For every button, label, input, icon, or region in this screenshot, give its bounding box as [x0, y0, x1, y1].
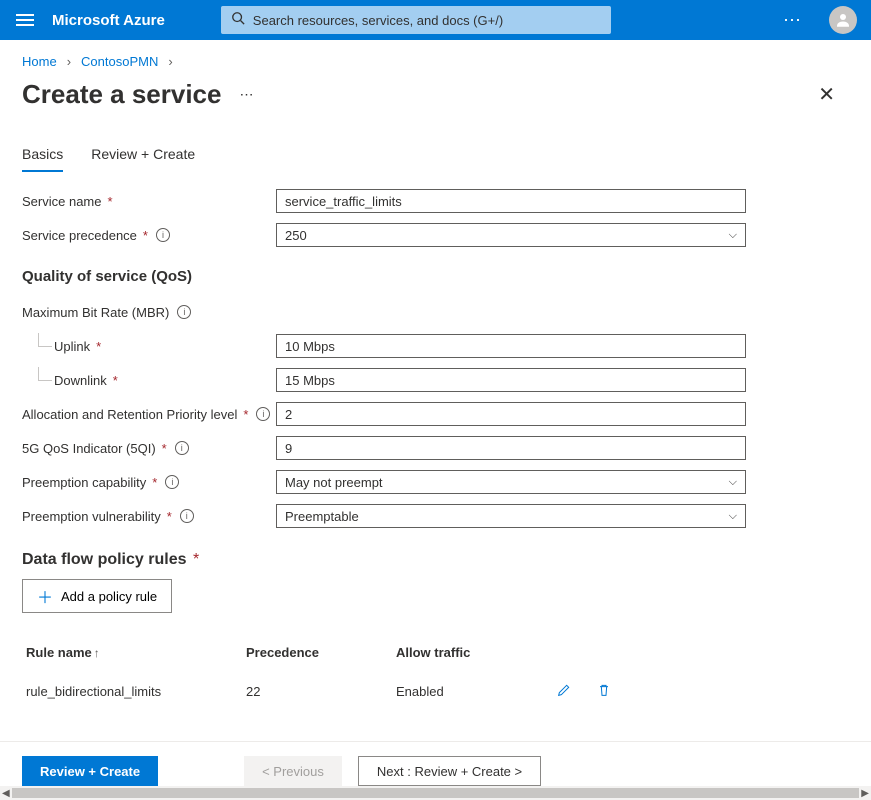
downlink-label: Downlink [54, 373, 107, 388]
wizard-footer: Review + Create < Previous Next : Review… [0, 741, 871, 786]
search-input[interactable] [253, 13, 601, 28]
fiveqi-label: 5G QoS Indicator (5QI) [22, 441, 156, 456]
hamburger-icon[interactable] [14, 9, 36, 31]
service-precedence-label: Service precedence [22, 228, 137, 243]
tree-branch-icon [32, 333, 50, 359]
info-icon[interactable]: i [156, 228, 170, 242]
add-policy-rule-label: Add a policy rule [61, 589, 157, 604]
uplink-input[interactable] [276, 334, 746, 358]
next-button[interactable]: Next : Review + Create > [358, 756, 541, 786]
breadcrumb-resource[interactable]: ContosoPMN [81, 54, 158, 69]
col-precedence[interactable]: Precedence [246, 645, 396, 660]
search-icon [231, 11, 245, 30]
info-icon[interactable]: i [165, 475, 179, 489]
plus-icon: ＋ [37, 584, 53, 608]
page-title: Create a service [22, 79, 221, 110]
preempt-vuln-label: Preemption vulnerability [22, 509, 161, 524]
tab-review-create[interactable]: Review + Create [91, 146, 195, 172]
breadcrumb: Home › ContosoPMN › [0, 40, 871, 75]
service-precedence-select[interactable]: 250 ⌵ [276, 223, 746, 247]
rule-allow-cell: Enabled [396, 684, 556, 699]
rule-precedence-cell: 22 [246, 684, 396, 699]
qos-heading: Quality of service (QoS) [22, 268, 849, 285]
chevron-down-icon: ⌵ [729, 476, 737, 489]
rules-heading: Data flow policy rules * [22, 551, 849, 569]
service-form: Service name* Service precedence* i 250 … [0, 172, 871, 723]
horizontal-scrollbar[interactable]: ◀ ▶ [0, 786, 871, 800]
tabs: Basics Review + Create [0, 120, 871, 172]
topbar: Microsoft Azure ⋯ [0, 0, 871, 40]
info-icon[interactable]: i [180, 509, 194, 523]
scroll-right-icon[interactable]: ▶ [861, 788, 869, 799]
tree-branch-icon [32, 367, 50, 393]
info-icon[interactable]: i [256, 407, 270, 421]
uplink-label: Uplink [54, 339, 90, 354]
chevron-right-icon: › [67, 54, 71, 69]
brand-label[interactable]: Microsoft Azure [52, 12, 165, 29]
col-allow-traffic[interactable]: Allow traffic [396, 645, 556, 660]
preempt-cap-label: Preemption capability [22, 475, 146, 490]
close-icon[interactable]: ✕ [818, 82, 849, 107]
col-rule-name[interactable]: Rule name↑ [26, 645, 246, 660]
preempt-vuln-value: Preemptable [285, 509, 359, 524]
rules-table: Rule name↑ Precedence Allow traffic rule… [22, 637, 849, 715]
add-policy-rule-button[interactable]: ＋ Add a policy rule [22, 579, 172, 613]
rule-name-cell: rule_bidirectional_limits [26, 684, 246, 699]
tab-basics[interactable]: Basics [22, 146, 63, 172]
delete-icon[interactable] [596, 682, 612, 701]
arp-label: Allocation and Retention Priority level [22, 407, 237, 422]
preempt-vuln-select[interactable]: Preemptable ⌵ [276, 504, 746, 528]
chevron-down-icon: ⌵ [729, 229, 737, 242]
arp-input[interactable] [276, 402, 746, 426]
preempt-cap-select[interactable]: May not preempt ⌵ [276, 470, 746, 494]
title-more-icon[interactable]: ⋯ [239, 86, 255, 103]
page-title-row: Create a service ⋯ ✕ [0, 75, 871, 120]
edit-icon[interactable] [556, 682, 572, 701]
chevron-right-icon: › [168, 54, 172, 69]
scroll-left-icon[interactable]: ◀ [2, 788, 10, 799]
fiveqi-input[interactable] [276, 436, 746, 460]
previous-button: < Previous [244, 756, 342, 786]
global-search[interactable] [221, 6, 611, 34]
preempt-cap-value: May not preempt [285, 475, 383, 490]
account-avatar[interactable] [829, 6, 857, 34]
service-precedence-value: 250 [285, 228, 307, 243]
breadcrumb-home[interactable]: Home [22, 54, 57, 69]
table-row: rule_bidirectional_limits 22 Enabled [22, 668, 849, 715]
mbr-label: Maximum Bit Rate (MBR) [22, 305, 169, 320]
sort-asc-icon: ↑ [94, 646, 100, 660]
review-create-button[interactable]: Review + Create [22, 756, 158, 786]
downlink-input[interactable] [276, 368, 746, 392]
topbar-more-icon[interactable]: ⋯ [783, 10, 803, 31]
service-name-label: Service name [22, 194, 101, 209]
info-icon[interactable]: i [177, 305, 191, 319]
info-icon[interactable]: i [175, 441, 189, 455]
chevron-down-icon: ⌵ [729, 510, 737, 523]
service-name-input[interactable] [276, 189, 746, 213]
